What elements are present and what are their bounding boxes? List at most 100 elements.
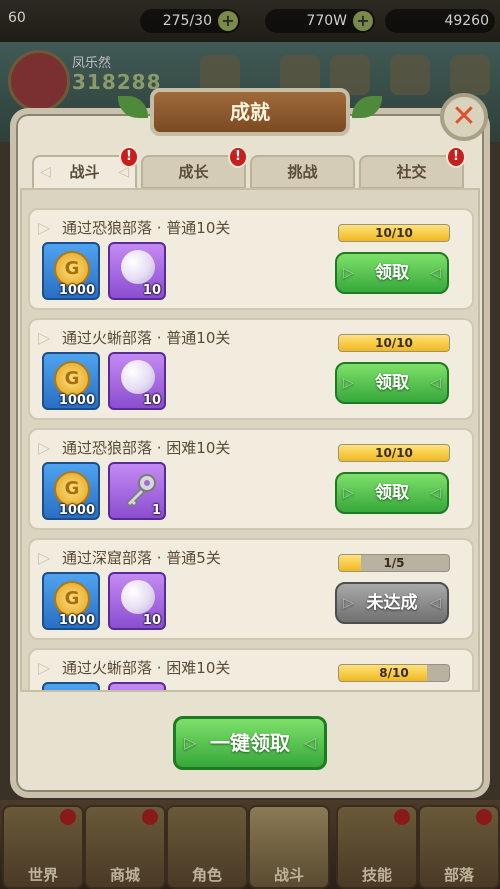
nav-tab-tribe[interactable]: 部落 xyxy=(418,805,500,889)
chevron-right-icon: ▷ xyxy=(38,658,51,677)
reward-item-orb[interactable]: 10 xyxy=(108,572,166,630)
achievement-card: ▷ 通过恐狼部落 · 普通10关 G 1000 10 10/10 ▷ 领取 ◁ xyxy=(28,208,474,310)
pearl-orb-icon xyxy=(121,580,155,614)
gem-value: 49260 xyxy=(444,13,489,29)
nav-tab-shop[interactable]: 商城 xyxy=(84,805,166,889)
reward-quantity: 10 xyxy=(142,283,161,298)
chevron-right-icon: ▷ xyxy=(184,733,197,752)
reward-quantity: 10 xyxy=(142,393,161,408)
progress-text: 8/10 xyxy=(379,666,409,680)
chevron-right-icon: ▷ xyxy=(343,485,354,501)
reward-item-gold[interactable] xyxy=(42,682,100,690)
player-avatar[interactable] xyxy=(8,50,70,112)
gold-counter: 770W + xyxy=(265,9,375,33)
nav-tab-label: 部落 xyxy=(443,866,474,884)
reward-quantity: 1000 xyxy=(58,503,95,518)
tab-alert-badge: ! xyxy=(446,146,466,168)
tab-label: 挑战 xyxy=(287,163,318,181)
reward-item-gold[interactable]: G 1000 xyxy=(42,572,100,630)
add-gold-button[interactable]: + xyxy=(353,11,373,31)
nav-tab-label: 技能 xyxy=(361,866,392,884)
nav-tab-label: 商城 xyxy=(109,866,140,884)
chevron-left-icon: ◁ xyxy=(303,733,316,752)
chevron-right-icon: ▷ xyxy=(38,548,51,567)
stamina-value: 275/30 xyxy=(162,13,212,29)
notification-dot xyxy=(476,809,492,825)
nav-tab-battle[interactable]: 战斗 xyxy=(248,805,330,889)
close-icon: ✕ xyxy=(451,99,477,134)
claim-button-label: 领取 xyxy=(375,483,409,503)
chevron-right-icon: ▷ xyxy=(38,218,51,237)
chevron-right-icon: ▷ xyxy=(38,438,51,457)
reward-item-orb[interactable] xyxy=(108,682,166,690)
player-power: 318288 xyxy=(72,70,162,94)
progress-bar: 10/10 xyxy=(338,444,450,462)
reward-item-gold[interactable]: G 1000 xyxy=(42,352,100,410)
achievement-card: ▷ 通过深窟部落 · 普通5关 G 1000 10 1/5 ▷ 未达成 ◁ xyxy=(28,538,474,640)
gold-coin-icon: G xyxy=(54,581,90,617)
chevron-left-icon: ◁ xyxy=(430,485,441,501)
claim-button-label: 领取 xyxy=(375,263,409,283)
tab-label: 社交 xyxy=(396,163,427,181)
reward-quantity: 1000 xyxy=(58,283,95,298)
nav-tab-character[interactable]: 角色 xyxy=(166,805,248,889)
tab-label: 成长 xyxy=(178,163,209,181)
progress-bar: 8/10 xyxy=(338,664,450,682)
close-button[interactable]: ✕ xyxy=(440,93,488,141)
reward-quantity: 1000 xyxy=(58,613,95,628)
gold-value: 770W xyxy=(306,13,347,29)
incomplete-button[interactable]: ▷ 未达成 ◁ xyxy=(335,582,449,624)
nav-tab-label: 角色 xyxy=(191,866,222,884)
tab-alert-badge: ! xyxy=(119,146,139,168)
gold-coin-icon: G xyxy=(54,471,90,507)
claim-button[interactable]: ▷ 领取 ◁ xyxy=(335,472,449,514)
stamina-counter: 275/30 + xyxy=(140,9,240,33)
pearl-orb-icon xyxy=(121,250,155,284)
achievement-card: ▷ 通过火蜥部落 · 普通10关 G 1000 10 10/10 ▷ 领取 ◁ xyxy=(28,318,474,420)
mail-menu-icon[interactable] xyxy=(450,55,490,95)
achievement-list[interactable]: ▷ 通过恐狼部落 · 普通10关 G 1000 10 10/10 ▷ 领取 ◁ … xyxy=(20,188,480,692)
gold-coin-icon: G xyxy=(54,251,90,287)
reward-item-gold[interactable]: G 1000 xyxy=(42,462,100,520)
nav-tab-label: 世界 xyxy=(27,866,58,884)
tab-alert-badge: ! xyxy=(228,146,248,168)
chevron-right-icon: ▷ xyxy=(343,265,354,281)
notification-dot xyxy=(60,809,76,825)
achievement-card: ▷ 通过恐狼部落 · 困难10关 G 1000 1 10/10 ▷ 领取 ◁ xyxy=(28,428,474,530)
claim-all-label: 一键领取 xyxy=(210,731,290,755)
chevron-left-icon: ◁ xyxy=(430,265,441,281)
claim-button[interactable]: ▷ 领取 ◁ xyxy=(335,252,449,294)
chevron-left-icon: ◁ xyxy=(430,375,441,391)
progress-bar: 1/5 xyxy=(338,554,450,572)
tab-challenge[interactable]: 挑战 xyxy=(250,155,355,189)
progress-text: 10/10 xyxy=(375,226,413,240)
progress-text: 10/10 xyxy=(375,336,413,350)
reward-item-orb[interactable]: 10 xyxy=(108,242,166,300)
claim-button-label: 领取 xyxy=(375,373,409,393)
reward-item-orb[interactable]: 10 xyxy=(108,352,166,410)
tab-label: 战斗 xyxy=(69,163,100,181)
progress-text: 10/10 xyxy=(375,446,413,460)
nav-tab-world[interactable]: 世界 xyxy=(2,805,84,889)
nav-tab-skills[interactable]: 技能 xyxy=(336,805,418,889)
reward-item-gold[interactable]: G 1000 xyxy=(42,242,100,300)
ranking-menu-icon[interactable] xyxy=(390,55,430,95)
achievement-title: 通过深窟部落 · 普通5关 xyxy=(62,549,221,567)
pearl-orb-icon xyxy=(121,360,155,394)
achievement-card: ▷ 通过火蜥部落 · 困难10关 8/10 xyxy=(28,648,474,690)
reward-item-key[interactable]: 1 xyxy=(108,462,166,520)
incomplete-button-label: 未达成 xyxy=(366,593,418,613)
reward-quantity: 1 xyxy=(151,503,161,518)
chevron-left-icon: ◁ xyxy=(40,164,51,180)
add-stamina-button[interactable]: + xyxy=(218,11,238,31)
claim-all-button[interactable]: ▷ 一键领取 ◁ xyxy=(173,716,327,770)
progress-text: 1/5 xyxy=(383,556,405,570)
gem-counter: 49260 xyxy=(385,9,495,33)
claim-button[interactable]: ▷ 领取 ◁ xyxy=(335,362,449,404)
chevron-right-icon: ▷ xyxy=(343,375,354,391)
reward-quantity: 10 xyxy=(142,613,161,628)
nav-tab-label: 战斗 xyxy=(273,866,304,884)
chevron-left-icon: ◁ xyxy=(430,595,441,611)
progress-bar: 10/10 xyxy=(338,224,450,242)
reward-quantity: 1000 xyxy=(58,393,95,408)
